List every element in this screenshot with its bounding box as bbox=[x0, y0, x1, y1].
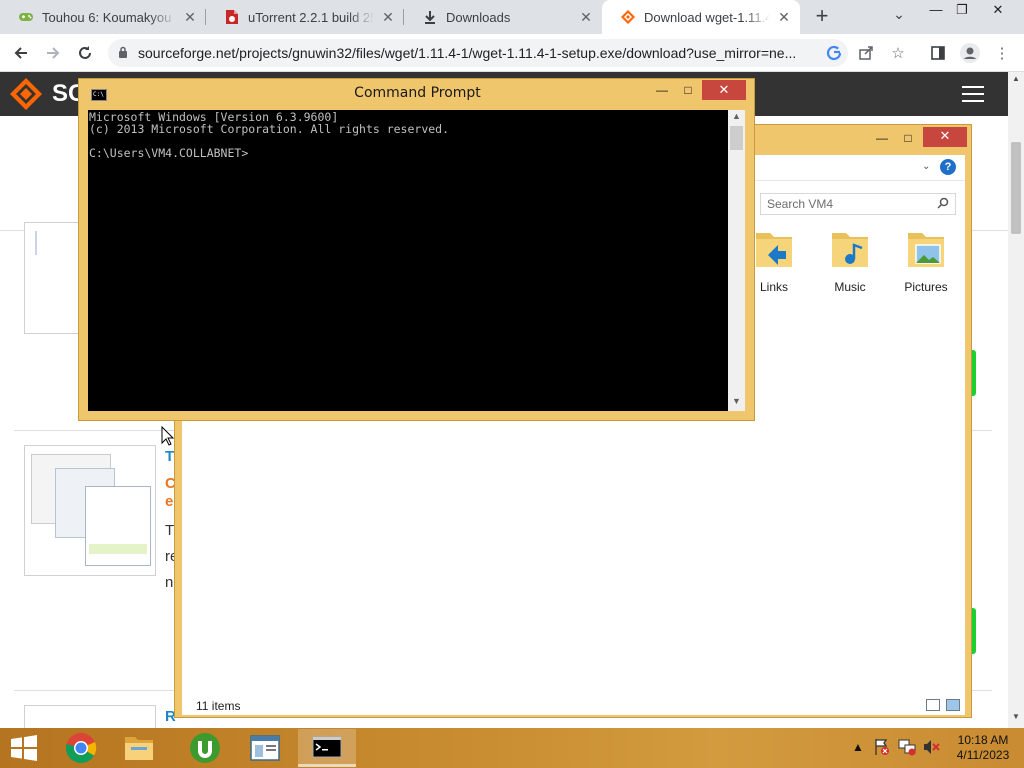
new-tab-button[interactable]: + bbox=[810, 5, 834, 29]
system-clock[interactable]: 10:18 AM 4/11/2023 bbox=[948, 733, 1018, 763]
tab-title: Touhou 6: Koumakyou - T bbox=[42, 9, 176, 25]
scrollbar-thumb[interactable] bbox=[1011, 142, 1021, 234]
console-scrollbar[interactable]: ▲ ▼ bbox=[728, 110, 745, 411]
action-center-flag-icon[interactable] bbox=[874, 738, 890, 759]
pictures-folder-icon bbox=[908, 233, 944, 267]
forward-icon[interactable] bbox=[40, 40, 66, 66]
search-icon[interactable] bbox=[937, 197, 949, 212]
project-title-fragment[interactable]: T bbox=[165, 448, 174, 465]
screenshot-thumbnail[interactable] bbox=[24, 445, 156, 576]
torrent-file-icon bbox=[224, 9, 240, 25]
share-icon[interactable] bbox=[856, 43, 876, 63]
folder-pictures[interactable]: Pictures bbox=[891, 225, 961, 294]
command-prompt-window: C:\ Command Prompt — □ ✕ Microsoft Windo… bbox=[78, 78, 755, 421]
tab-title: uTorrent 2.2.1 build 25302 bbox=[248, 9, 374, 25]
folder-label: Music bbox=[834, 280, 866, 294]
search-input[interactable]: Search VM4 bbox=[760, 193, 956, 215]
volume-muted-icon[interactable] bbox=[922, 738, 940, 759]
folder-label: Pictures bbox=[904, 280, 948, 294]
close-icon[interactable]: ✕ bbox=[776, 9, 792, 26]
scroll-up-icon[interactable]: ▲ bbox=[1008, 74, 1024, 88]
ribbon-bar: ⌄ ? bbox=[750, 155, 965, 181]
scroll-down-icon[interactable]: ▼ bbox=[1008, 712, 1024, 726]
clock-time: 10:18 AM bbox=[957, 733, 1009, 747]
window-icon bbox=[250, 735, 280, 761]
maximize-icon[interactable]: □ bbox=[895, 129, 921, 149]
close-icon[interactable]: ✕ bbox=[578, 9, 594, 26]
item-count: 11 items bbox=[196, 699, 241, 713]
minimize-icon[interactable]: — bbox=[869, 129, 895, 149]
close-window-icon[interactable]: ✕ bbox=[702, 80, 746, 100]
cmd-icon bbox=[312, 736, 342, 757]
scroll-down-icon[interactable]: ▼ bbox=[728, 396, 745, 410]
show-hidden-icons-icon[interactable]: ▲ bbox=[852, 740, 864, 754]
scrollbar-thumb[interactable] bbox=[730, 126, 743, 150]
sourceforge-icon bbox=[620, 9, 636, 25]
close-icon[interactable]: ✕ bbox=[182, 9, 198, 26]
tab-strip: Touhou 6: Koumakyou - T ✕ uTorrent 2.2.1… bbox=[0, 0, 1024, 34]
page-scrollbar[interactable] bbox=[1008, 72, 1024, 728]
taskbar-window[interactable] bbox=[236, 729, 294, 767]
reload-icon[interactable] bbox=[72, 40, 98, 66]
folder-music[interactable]: Music bbox=[815, 225, 885, 294]
tab-utorrent[interactable]: uTorrent 2.2.1 build 25302 ✕ bbox=[206, 0, 404, 34]
sourceforge-logo-icon[interactable] bbox=[8, 76, 44, 112]
console-output[interactable]: Microsoft Windows [Version 6.3.9600] (c) … bbox=[88, 110, 728, 411]
taskbar-utorrent[interactable] bbox=[176, 729, 234, 767]
lock-icon bbox=[118, 46, 128, 61]
music-folder-icon bbox=[832, 233, 868, 267]
large-icons-view-icon[interactable] bbox=[946, 699, 960, 711]
google-translate-icon[interactable] bbox=[824, 43, 844, 63]
tab-downloads[interactable]: Downloads ✕ bbox=[404, 0, 602, 34]
close-window-icon[interactable]: ✕ bbox=[982, 0, 1014, 22]
restore-icon[interactable]: ❐ bbox=[946, 0, 978, 22]
back-icon[interactable] bbox=[8, 40, 34, 66]
search-placeholder: Search VM4 bbox=[767, 197, 834, 211]
clock-date: 4/11/2023 bbox=[956, 748, 1010, 762]
taskbar: ▲ 10:18 AM 4/11/2023 bbox=[0, 728, 1024, 768]
menu-icon[interactable] bbox=[962, 86, 984, 102]
download-icon bbox=[422, 9, 438, 25]
scroll-up-icon[interactable]: ▲ bbox=[728, 111, 745, 125]
close-icon[interactable]: ✕ bbox=[380, 9, 396, 26]
tab-wget-download[interactable]: Download wget-1.11.4-1 ✕ bbox=[602, 0, 800, 34]
help-icon[interactable]: ? bbox=[940, 159, 956, 175]
links-folder-icon bbox=[756, 233, 792, 267]
taskbar-command-prompt[interactable] bbox=[298, 729, 356, 767]
minimize-icon[interactable]: — bbox=[649, 81, 675, 101]
tab-title: Download wget-1.11.4-1 bbox=[644, 9, 770, 25]
console-prompt: C:\Users\VM4.COLLABNET> bbox=[89, 146, 249, 160]
side-panel-icon[interactable] bbox=[928, 43, 948, 63]
address-bar[interactable]: sourceforge.net/projects/gnuwin32/files/… bbox=[108, 39, 848, 67]
chevron-down-icon[interactable]: ⌄ bbox=[888, 6, 910, 28]
screenshot-thumbnail[interactable] bbox=[24, 705, 156, 728]
maximize-icon[interactable]: □ bbox=[675, 81, 701, 101]
chevron-down-icon[interactable]: ⌄ bbox=[922, 161, 930, 172]
close-window-icon[interactable]: ✕ bbox=[923, 127, 967, 147]
taskbar-file-explorer[interactable] bbox=[110, 729, 168, 767]
utorrent-icon bbox=[190, 733, 220, 763]
tab-touhou[interactable]: Touhou 6: Koumakyou - T ✕ bbox=[0, 0, 206, 34]
screenshot-thumbnail[interactable] bbox=[24, 222, 80, 334]
bookmark-star-icon[interactable]: ☆ bbox=[888, 43, 908, 63]
network-icon[interactable] bbox=[898, 738, 916, 759]
browser-toolbar: sourceforge.net/projects/gnuwin32/files/… bbox=[0, 34, 1024, 72]
folder-icon bbox=[125, 737, 153, 760]
mouse-cursor-icon bbox=[161, 426, 175, 446]
profile-avatar-icon[interactable] bbox=[960, 43, 980, 63]
view-switcher bbox=[926, 699, 962, 713]
project-text-fragment: T bbox=[165, 522, 175, 539]
chrome-icon bbox=[65, 733, 97, 763]
url-text: sourceforge.net/projects/gnuwin32/files/… bbox=[138, 45, 797, 61]
project-text-fragment: n bbox=[165, 574, 174, 591]
windows-start-icon[interactable] bbox=[10, 735, 38, 761]
gamepad-icon bbox=[18, 9, 34, 25]
details-view-icon[interactable] bbox=[926, 699, 940, 711]
project-subtitle-fragment: e bbox=[165, 493, 174, 510]
more-menu-icon[interactable]: ⋮ bbox=[992, 43, 1012, 63]
taskbar-chrome[interactable] bbox=[52, 729, 110, 767]
console-line: (c) 2013 Microsoft Corporation. All righ… bbox=[89, 122, 450, 136]
tab-title: Downloads bbox=[446, 9, 511, 25]
